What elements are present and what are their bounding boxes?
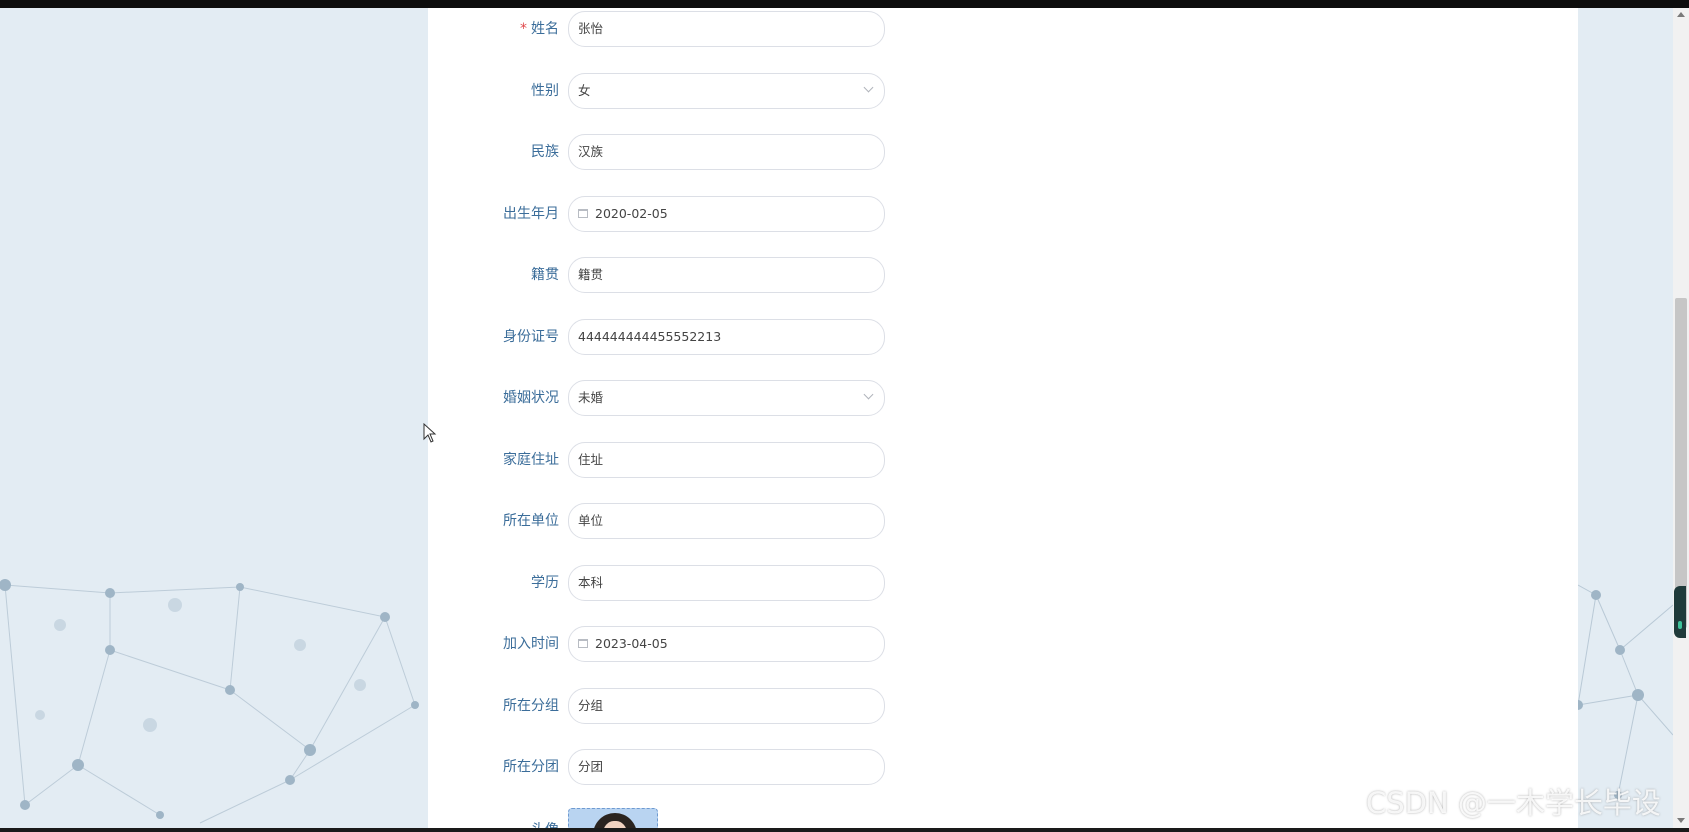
field-label: 婚姻状况 xyxy=(503,390,559,406)
field-label: 所在分组 xyxy=(503,698,559,714)
form-row-birth-date: 出生年月 2020-02-05 xyxy=(428,196,1028,232)
widget-indicator-icon xyxy=(1678,621,1682,629)
field-label: 所在单位 xyxy=(503,513,559,529)
avatar-upload[interactable] xyxy=(568,808,658,828)
form-panel: * 姓名 张怡 性别 女 民族 汉族 出生年月 2020-02-05 籍贯 籍贯 … xyxy=(428,8,1578,828)
form-row-home-address: 家庭住址 住址 xyxy=(428,442,1028,478)
chevron-down-icon xyxy=(863,389,874,400)
field-label: 家庭住址 xyxy=(503,452,559,468)
field-label: 籍贯 xyxy=(531,267,559,283)
form-row-name: * 姓名 张怡 xyxy=(428,11,1028,47)
form-row-education: 学历 本科 xyxy=(428,565,1028,601)
employer-input[interactable]: 单位 xyxy=(568,503,885,539)
form-row-native-place: 籍贯 籍贯 xyxy=(428,257,1028,293)
field-label: * 姓名 xyxy=(520,21,559,37)
mouse-cursor-icon xyxy=(423,423,437,443)
scrollbar-thumb[interactable] xyxy=(1675,298,1687,628)
form-row-marital-status: 婚姻状况 未婚 xyxy=(428,380,1028,416)
field-label: 所在分团 xyxy=(503,759,559,775)
form-row-gender: 性别 女 xyxy=(428,73,1028,109)
birth-date-picker[interactable]: 2020-02-05 xyxy=(568,196,885,232)
form-row-employer: 所在单位 单位 xyxy=(428,503,1028,539)
marital-status-select[interactable]: 未婚 xyxy=(568,380,885,416)
calendar-icon xyxy=(578,209,588,218)
scroll-down-arrow-icon[interactable] xyxy=(1677,818,1685,823)
group-input[interactable]: 分组 xyxy=(568,688,885,724)
chevron-down-icon xyxy=(863,82,874,93)
field-label: 民族 xyxy=(531,144,559,160)
form-row-group: 所在分组 分组 xyxy=(428,688,1028,724)
form-row-avatar: 头像 xyxy=(428,808,1028,828)
required-asterisk: * xyxy=(520,21,527,37)
education-input[interactable]: 本科 xyxy=(568,565,885,601)
field-label: 性别 xyxy=(531,83,559,99)
ethnicity-input[interactable]: 汉族 xyxy=(568,134,885,170)
calendar-icon xyxy=(578,639,588,648)
watermark: CSDN @一木学长毕设 xyxy=(1366,786,1661,820)
field-label: 头像 xyxy=(428,812,559,828)
name-input[interactable]: 张怡 xyxy=(568,11,885,47)
home-address-input[interactable]: 住址 xyxy=(568,442,885,478)
side-float-widget[interactable] xyxy=(1674,586,1686,638)
scroll-up-arrow-icon[interactable] xyxy=(1677,12,1685,17)
form-row-ethnicity: 民族 汉族 xyxy=(428,134,1028,170)
field-label: 学历 xyxy=(531,575,559,591)
join-date-picker[interactable]: 2023-04-05 xyxy=(568,626,885,662)
field-label: 身份证号 xyxy=(503,329,559,345)
field-label: 出生年月 xyxy=(503,206,559,222)
form-row-join-date: 加入时间 2023-04-05 xyxy=(428,626,1028,662)
network-background-left xyxy=(0,579,419,824)
gender-select[interactable]: 女 xyxy=(568,73,885,109)
branch-input[interactable]: 分团 xyxy=(568,749,885,785)
top-bar xyxy=(0,0,1689,8)
id-number-input[interactable]: 444444444455552213 xyxy=(568,319,885,355)
bottom-bar xyxy=(0,828,1689,832)
form-row-id-number: 身份证号 444444444455552213 xyxy=(428,319,1028,355)
native-place-input[interactable]: 籍贯 xyxy=(568,257,885,293)
form-row-branch: 所在分团 分团 xyxy=(428,749,1028,785)
field-label: 加入时间 xyxy=(503,636,559,652)
